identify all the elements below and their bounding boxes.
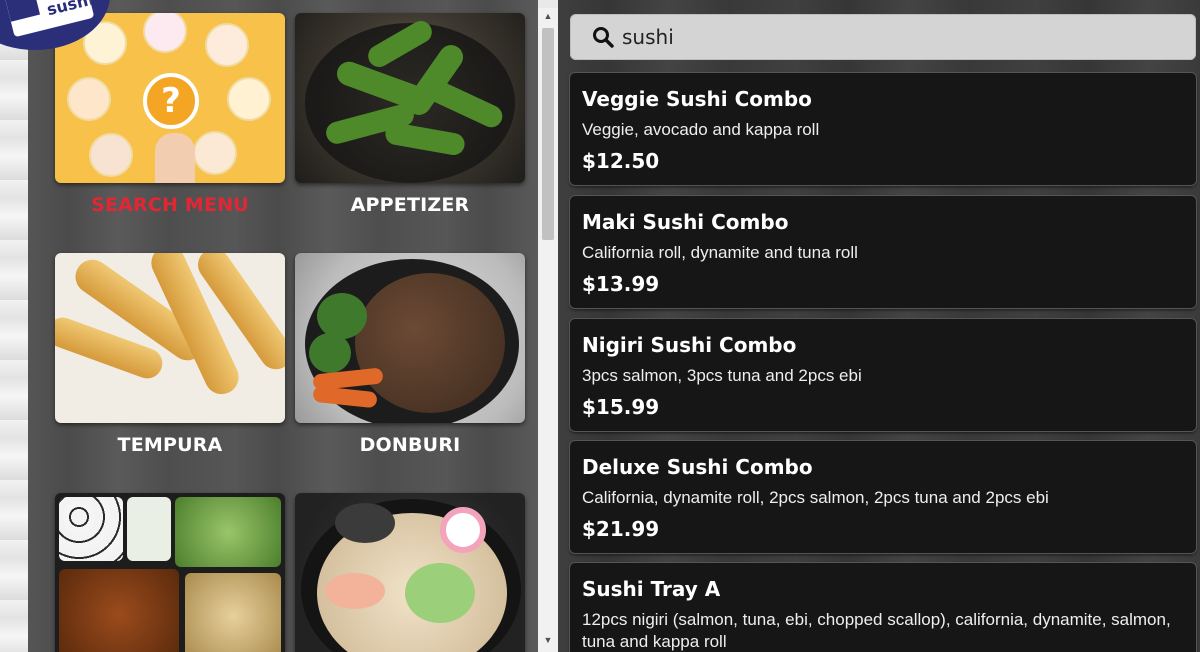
menu-item-description: 12pcs nigiri (salmon, tuna, ebi, chopped… xyxy=(582,610,1171,651)
menu-item-description: California, dynamite roll, 2pcs salmon, … xyxy=(582,488,1049,507)
food-icon-pizza xyxy=(67,77,111,121)
menu-item-price: $21.99 xyxy=(582,517,660,541)
broccoli xyxy=(309,333,351,373)
menu-item-description: Veggie, avocado and kappa roll xyxy=(582,120,820,139)
category-tile-bento[interactable] xyxy=(55,493,285,652)
food-icon-cake xyxy=(143,13,187,53)
menu-item-title: Deluxe Sushi Combo xyxy=(582,455,813,479)
shrimp xyxy=(325,573,385,609)
scroll-down-arrow-icon[interactable]: ▼ xyxy=(538,632,558,648)
menu-item-title: Maki Sushi Combo xyxy=(582,210,789,234)
menu-item-description: California roll, dynamite and tuna roll xyxy=(582,243,858,262)
search-results-panel: Veggie Sushi Combo Veggie, avocado and k… xyxy=(558,0,1200,652)
scroll-thumb[interactable] xyxy=(542,28,554,240)
naruto-fishcake xyxy=(440,507,486,553)
category-tile-appetizer[interactable] xyxy=(295,13,525,183)
category-label-appetizer[interactable]: APPETIZER xyxy=(295,194,525,216)
search-icon xyxy=(593,27,614,48)
bok-choy xyxy=(405,563,475,623)
salad xyxy=(175,497,281,567)
side-dish xyxy=(127,497,171,561)
menu-item-description: 3pcs salmon, 3pcs tuna and 2pcs ebi xyxy=(582,366,862,385)
menu-item-price: $12.50 xyxy=(582,149,660,173)
menu-item-card[interactable]: Nigiri Sushi Combo 3pcs salmon, 3pcs tun… xyxy=(570,319,1196,431)
menu-item-title: Veggie Sushi Combo xyxy=(582,87,812,111)
category-tile-tempura[interactable] xyxy=(55,253,285,423)
category-scrollbar[interactable]: ▲ ▼ xyxy=(538,8,558,652)
menu-item-card[interactable]: Maki Sushi Combo California roll, dynami… xyxy=(570,196,1196,308)
food-icon-donut xyxy=(89,133,133,177)
food-icon-drink xyxy=(227,77,271,121)
teriyaki xyxy=(59,569,179,652)
question-mark-icon: ? xyxy=(161,81,181,121)
menu-item-card[interactable]: Deluxe Sushi Combo California, dynamite … xyxy=(570,441,1196,553)
gyoza xyxy=(185,573,281,652)
hand-illustration xyxy=(155,133,195,183)
scroll-up-arrow-icon[interactable]: ▲ xyxy=(538,8,558,24)
search-input[interactable] xyxy=(622,22,1182,52)
menu-item-card[interactable]: Veggie Sushi Combo Veggie, avocado and k… xyxy=(570,73,1196,185)
mussel xyxy=(335,503,395,543)
menu-item-card[interactable]: Sushi Tray A 12pcs nigiri (salmon, tuna,… xyxy=(570,563,1196,652)
food-icon-noodles xyxy=(193,131,237,175)
menu-item-title: Nigiri Sushi Combo xyxy=(582,333,797,357)
category-tile-udon[interactable] xyxy=(295,493,525,652)
background-wood-strip xyxy=(0,0,28,652)
menu-item-price: $15.99 xyxy=(582,395,660,419)
category-panel: ? SEARCH MENU APPETIZER TEMPURA DONBURI xyxy=(28,0,538,652)
food-icon-salad xyxy=(205,23,249,67)
category-tile-donburi[interactable] xyxy=(295,253,525,423)
category-label-search-menu[interactable]: SEARCH MENU xyxy=(55,194,285,216)
category-label-donburi[interactable]: DONBURI xyxy=(295,434,525,456)
beef-topping xyxy=(355,273,505,413)
sushi-roll xyxy=(59,497,123,561)
menu-item-title: Sushi Tray A xyxy=(582,577,721,601)
broccoli xyxy=(317,293,367,339)
menu-item-price: $13.99 xyxy=(582,272,660,296)
category-tile-search-menu[interactable]: ? xyxy=(55,13,285,183)
logo-text: sushi xyxy=(44,0,95,20)
category-label-tempura[interactable]: TEMPURA xyxy=(55,434,285,456)
search-box[interactable] xyxy=(570,14,1196,60)
